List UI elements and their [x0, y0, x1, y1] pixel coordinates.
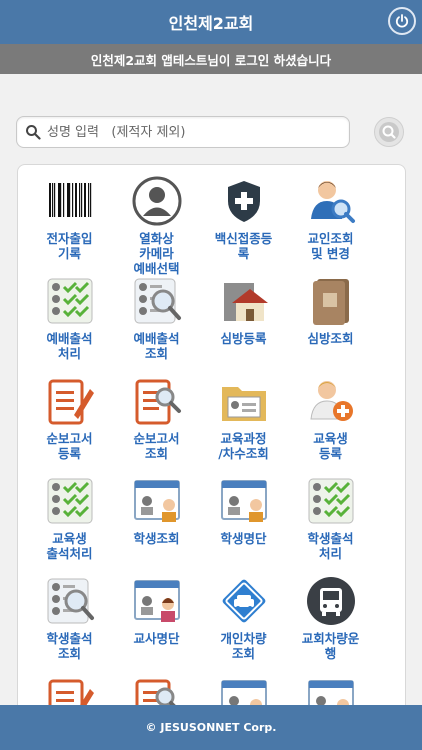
app-title: 인천제2교회 — [168, 14, 254, 33]
menu-item-label: 학생조회 — [133, 531, 180, 546]
menu-item-label: 학생출석 처리 — [307, 531, 354, 561]
person-search-icon — [305, 175, 357, 227]
menu-item[interactable]: 교육생 등록 — [287, 373, 374, 473]
menu-item-label: 백신접종등 록 — [214, 231, 273, 261]
magnifier-icon — [26, 125, 41, 140]
menu-item-label: 학생명단 — [220, 531, 267, 546]
menu-item[interactable]: 전자출입 기록 — [26, 173, 113, 273]
logout-button[interactable] — [388, 7, 416, 35]
menu-panel: 전자출입 기록 열화상 카메라 예배선택 백신접종등 록 교인조회 및 변경 예… — [17, 164, 406, 726]
menu-item-label: 교회차량운 행 — [301, 631, 360, 661]
menu-item[interactable]: 개인차량 조회 — [200, 573, 287, 673]
student-board-icon — [131, 475, 183, 527]
footer: © JESUSONNET Corp. — [0, 705, 422, 750]
copyright-text: © JESUSONNET Corp. — [145, 721, 277, 734]
bus-icon — [305, 575, 357, 627]
menu-item-label: 교육과정 /차수조회 — [218, 431, 269, 461]
shield-plus-icon — [218, 175, 270, 227]
menu-item[interactable]: 학생명단 — [200, 473, 287, 573]
menu-item[interactable]: 교사명단 — [113, 573, 200, 673]
course-folder-icon — [218, 375, 270, 427]
menu-item[interactable]: 교인조회 및 변경 — [287, 173, 374, 273]
menu-item-label: 열화상 카메라 예배선택 — [133, 231, 180, 276]
menu-item-label: 심방조회 — [307, 331, 354, 346]
visit-book-icon — [305, 275, 357, 327]
attendance-search-icon — [131, 275, 183, 327]
menu-grid: 전자출입 기록 열화상 카메라 예배선택 백신접종등 록 교인조회 및 변경 예… — [26, 173, 374, 725]
menu-item[interactable]: 심방조회 — [287, 273, 374, 373]
car-sign-icon — [218, 575, 270, 627]
attendance-check-icon — [44, 275, 96, 327]
app-header: 인천제2교회 — [0, 0, 422, 44]
menu-item-label: 예배출석 처리 — [46, 331, 93, 361]
login-notice: 인천제2교회 앱테스트님이 로그인 하셨습니다 — [0, 44, 422, 74]
menu-item-label: 개인차량 조회 — [220, 631, 267, 661]
menu-item[interactable]: 열화상 카메라 예배선택 — [113, 173, 200, 276]
search-button[interactable] — [374, 117, 404, 147]
menu-item-label: 교육생 등록 — [313, 431, 348, 461]
person-add-icon — [305, 375, 357, 427]
menu-item[interactable]: 순보고서 조회 — [113, 373, 200, 473]
menu-item[interactable]: 교육생 출석처리 — [26, 473, 113, 573]
attendance-search-icon — [44, 575, 96, 627]
menu-item[interactable]: 백신접종등 록 — [200, 173, 287, 273]
menu-item-label: 예배출석 조회 — [133, 331, 180, 361]
menu-item-label: 전자출입 기록 — [46, 231, 93, 261]
power-icon — [395, 14, 409, 28]
name-search-input[interactable] — [45, 123, 339, 141]
search-box — [16, 116, 350, 148]
menu-item[interactable]: 순보고서 등록 — [26, 373, 113, 473]
house-visit-icon — [218, 275, 270, 327]
barcode-icon — [44, 175, 96, 227]
report-write-icon — [44, 375, 96, 427]
menu-item-label: 순보고서 조회 — [133, 431, 180, 461]
menu-item[interactable]: 학생출석 조회 — [26, 573, 113, 673]
search-icon — [379, 122, 399, 142]
menu-item[interactable]: 예배출석 처리 — [26, 273, 113, 373]
menu-item-label: 심방등록 — [220, 331, 267, 346]
menu-item-label: 교사명단 — [133, 631, 180, 646]
menu-item[interactable]: 심방등록 — [200, 273, 287, 373]
menu-item[interactable]: 학생출석 처리 — [287, 473, 374, 573]
teacher-board-icon — [131, 575, 183, 627]
menu-item[interactable]: 예배출석 조회 — [113, 273, 200, 373]
menu-item[interactable]: 교육과정 /차수조회 — [200, 373, 287, 473]
menu-item-label: 학생출석 조회 — [46, 631, 93, 661]
menu-item[interactable]: 학생조회 — [113, 473, 200, 573]
user-avatar-icon — [131, 175, 183, 227]
attendance-check-icon — [305, 475, 357, 527]
attendance-check-icon — [44, 475, 96, 527]
menu-item-label: 순보고서 등록 — [46, 431, 93, 461]
menu-item[interactable]: 교회차량운 행 — [287, 573, 374, 673]
menu-item-label: 교육생 출석처리 — [46, 531, 93, 561]
student-board-icon — [218, 475, 270, 527]
report-search-icon — [131, 375, 183, 427]
menu-item-label: 교인조회 및 변경 — [307, 231, 354, 261]
